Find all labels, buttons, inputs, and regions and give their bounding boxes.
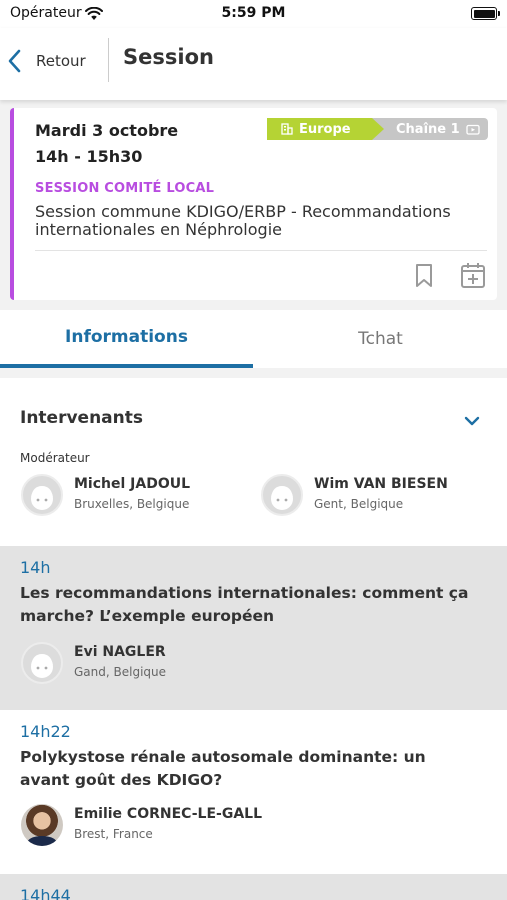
tab-informations[interactable]: Informations <box>0 310 253 368</box>
battery-icon <box>471 7 500 20</box>
moderator-location: Gent, Belgique <box>314 497 404 511</box>
moderator-name: Wim VAN BIESEN <box>314 476 448 492</box>
session-category: SESSION COMITÉ LOCAL <box>35 181 215 196</box>
speaker-name: Emilie CORNEC-LE-GALL <box>74 806 263 822</box>
talk-time: 14h22 <box>20 722 71 741</box>
talk-time: 14h <box>20 558 51 577</box>
building-icon <box>281 123 293 135</box>
moderator-location: Bruxelles, Belgique <box>74 497 190 511</box>
moderator-name: Michel JADOUL <box>74 476 191 492</box>
talk-time: 14h44 <box>20 886 71 900</box>
session-card: Mardi 3 octobre 14h - 15h30 Europe Chaîn… <box>10 108 497 300</box>
speaker-photo <box>21 804 63 846</box>
talk-title: Les recommandations internationales: com… <box>20 584 469 625</box>
session-title: Session commune KDIGO/ERBP - Recommandat… <box>35 202 451 239</box>
card-divider <box>35 250 487 251</box>
back-button[interactable]: Retour <box>8 42 103 80</box>
channel-tag: Chaîne 1 <box>372 118 488 140</box>
talk-title: Polykystose rénale autosomale dominante:… <box>20 748 426 789</box>
channel-tag-label: Chaîne 1 <box>396 121 460 137</box>
back-label: Retour <box>36 52 86 70</box>
bookmark-icon[interactable] <box>414 263 434 293</box>
speakers-section: Intervenants Modérateur Michel JADOUL Br… <box>0 378 507 546</box>
navigation-bar: Retour Session <box>0 28 507 100</box>
session-date: Mardi 3 octobre <box>35 121 179 140</box>
talk-item[interactable]: 14h44 <box>0 874 507 900</box>
speaker-location: Gand, Belgique <box>74 665 167 679</box>
talk-speaker[interactable]: Evi NAGLER Gand, Belgique <box>21 642 321 688</box>
region-tag-label: Europe <box>299 121 351 137</box>
add-to-calendar-icon[interactable] <box>460 262 486 293</box>
speakers-heading: Intervenants <box>20 408 144 428</box>
tab-bar: Informations Tchat <box>0 310 507 368</box>
chevron-left-icon <box>8 49 21 73</box>
video-icon <box>466 124 480 135</box>
clock: 5:59 PM <box>221 5 286 21</box>
talk-item[interactable]: 14h22 Polykystose rénale autosomale domi… <box>0 710 507 874</box>
default-avatar-icon <box>261 474 303 516</box>
session-time: 14h - 15h30 <box>35 147 143 166</box>
page-title: Session <box>123 45 214 69</box>
region-tag: Europe <box>267 118 385 140</box>
status-bar: Opérateur 5:59 PM <box>0 0 507 28</box>
chevron-down-icon[interactable] <box>463 412 481 431</box>
moderator-item[interactable]: Wim VAN BIESEN Gent, Belgique <box>261 474 491 520</box>
speaker-location: Brest, France <box>74 827 153 841</box>
moderator-role-label: Modérateur <box>20 451 90 465</box>
moderator-item[interactable]: Michel JADOUL Bruxelles, Belgique <box>21 474 241 520</box>
default-avatar-icon <box>21 474 63 516</box>
default-avatar-icon <box>21 642 63 684</box>
talk-item[interactable]: 14h Les recommandations internationales:… <box>0 546 507 710</box>
nav-divider <box>108 38 109 82</box>
speaker-name: Evi NAGLER <box>74 644 166 660</box>
tab-tchat[interactable]: Tchat <box>254 310 507 368</box>
talk-speaker[interactable]: Emilie CORNEC-LE-GALL Brest, France <box>21 804 321 850</box>
